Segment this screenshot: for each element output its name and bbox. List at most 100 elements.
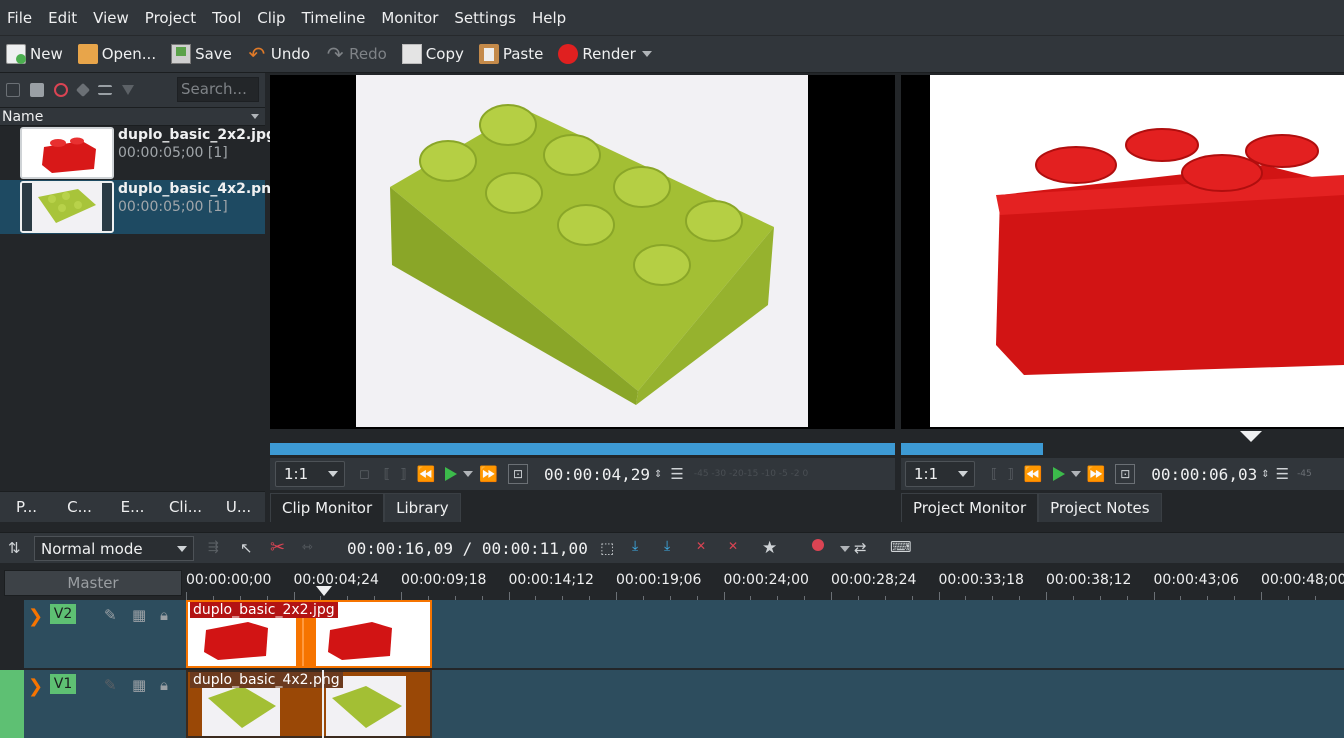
set-in-icon[interactable]: ⟦ [991,467,997,482]
menu-help[interactable]: Help [524,9,574,27]
master-button[interactable]: Master [4,570,182,596]
rewind-icon[interactable]: ⏪ [417,465,436,483]
fast-forward-icon[interactable]: ⏩ [479,465,498,483]
tab-project-notes[interactable]: Project Notes [1038,493,1162,522]
save-button[interactable]: Save [165,39,241,69]
track-name-label[interactable]: V2 [50,604,76,624]
playhead-line [322,670,324,738]
favorite-effects-icon[interactable]: ★ [762,538,777,558]
timeline-playhead-icon[interactable] [316,586,332,596]
monitor-menu-icon[interactable]: ☰ [1276,465,1289,483]
tab-clip-monitor[interactable]: Clip Monitor [270,493,385,522]
record-icon[interactable] [812,539,824,551]
menu-timeline[interactable]: Timeline [294,9,374,27]
playhead-icon[interactable] [1240,431,1262,442]
set-in-icon[interactable]: ⟦ [384,467,390,482]
play-icon[interactable] [445,467,458,481]
crop-icon[interactable]: ⊡ [1115,464,1136,484]
folder-icon[interactable] [30,83,44,97]
effect-toggle-icon[interactable]: ✎ [104,676,117,694]
menu-file[interactable]: File [0,9,40,27]
lock-icon[interactable]: 🔒︎ [160,606,168,624]
razor-tool-icon[interactable]: ✂ [270,537,285,558]
copy-button[interactable]: Copy [396,39,473,69]
track-name-label[interactable]: V1 [50,674,76,694]
menu-view[interactable]: View [85,9,137,27]
undo-button[interactable]: ↶ Undo [241,39,319,69]
menu-edit[interactable]: Edit [40,9,85,27]
open-button[interactable]: Open... [72,39,165,69]
menu-clip[interactable]: Clip [249,9,293,27]
project-monitor-ruler[interactable] [901,429,1344,455]
timecode-spin-icon[interactable]: ⇕ [1261,469,1269,480]
project-monitor-view[interactable] [901,75,1344,429]
set-out-icon[interactable]: ⟧ [400,467,406,482]
track-v1[interactable]: ❯ V1 ✎ ▦ 🔒︎ duplo_basic_4x2.png [24,670,1344,738]
timecode-spin-icon[interactable]: ⇕ [654,469,662,480]
collapse-chevron-icon[interactable]: ❯ [28,676,43,697]
tag-icon[interactable] [75,82,91,98]
lift-icon[interactable]: ✕ [728,539,738,553]
bin-item[interactable]: duplo_basic_4x2.png 00:00:05;00 [1] [0,180,281,234]
overwrite-icon[interactable]: ⤓ [664,538,670,554]
track-compositing-icon[interactable]: ⇄ [854,539,867,557]
record-options-icon[interactable] [840,546,850,552]
tab-compositions[interactable]: C... [53,498,106,516]
insert-icon[interactable]: ⤓ [632,538,638,554]
set-out-icon[interactable]: ⟧ [1007,467,1013,482]
slip-tool-icon[interactable]: ⇿ [302,540,313,555]
list-view-icon[interactable] [98,85,112,95]
render-button[interactable]: Render [552,39,660,69]
crop-icon[interactable]: ⊡ [508,464,529,484]
redo-button[interactable]: ↷ Redo [319,39,396,69]
tab-project-monitor[interactable]: Project Monitor [901,493,1039,522]
extract-icon[interactable]: ✕ [696,539,706,553]
menu-settings[interactable]: Settings [446,9,524,27]
track-v2[interactable]: ❯ V2 ✎ ▦ 🔒︎ duplo_basic_2x2.jpg [24,600,1344,668]
tab-project-bin[interactable]: P... [0,498,53,516]
clip-monitor-view[interactable] [270,75,895,429]
tab-library[interactable]: Library [384,493,461,522]
edit-mode-select[interactable]: Normal mode [34,536,194,561]
project-zoom-select[interactable]: 1:1 [905,461,975,487]
disable-video-icon[interactable]: ▦ [132,676,146,694]
monitor-menu-icon[interactable]: ☰ [670,465,683,483]
timeline-clip[interactable]: duplo_basic_4x2.png [186,670,432,738]
timeline-ruler[interactable]: Master 00:00:00;00 00:00:04;24 00:00:09;18… [0,566,1344,600]
clip-timecode[interactable]: 00:00:04,29 [544,465,650,484]
delete-icon[interactable] [54,83,68,97]
menu-tool[interactable]: Tool [204,9,249,27]
tab-effects[interactable]: E... [106,498,159,516]
clip-zoom-select[interactable]: 1:1 [275,461,345,487]
bin-column-header[interactable]: Name [0,107,265,126]
zone-in-icon[interactable]: ◻ [359,467,370,482]
clip-monitor-ruler[interactable] [270,429,895,455]
lock-icon[interactable]: 🔒︎ [160,676,168,694]
rewind-icon[interactable]: ⏪ [1024,465,1043,483]
menu-project[interactable]: Project [137,9,204,27]
filter-icon[interactable] [122,85,134,95]
tab-undo-history[interactable]: U... [212,498,265,516]
add-clip-icon[interactable] [6,83,20,97]
track-options-icon[interactable]: ⇅ [8,539,21,557]
menu-monitor[interactable]: Monitor [373,9,446,27]
collapse-chevron-icon[interactable]: ❯ [28,606,43,627]
timeline-clip[interactable]: duplo_basic_2x2.jpg [186,600,432,668]
bin-search-input[interactable]: Search... [177,77,259,102]
keyboard-icon[interactable]: ⌨ [890,538,912,556]
play-options-icon[interactable] [463,471,474,477]
play-options-icon[interactable] [1070,471,1081,477]
new-button[interactable]: New [0,39,72,69]
render-dropdown-icon[interactable] [641,51,652,57]
project-timecode[interactable]: 00:00:06,03 [1151,465,1257,484]
bin-item[interactable]: duplo_basic_2x2.jpg 00:00:05;00 [1] [0,126,276,180]
fit-zoom-icon[interactable]: ⬚ [600,539,614,557]
selection-tool-icon[interactable]: ↖ [240,539,253,557]
effect-toggle-icon[interactable]: ✎ [104,606,117,624]
tab-clip-properties[interactable]: Cli... [159,498,212,516]
disable-video-icon[interactable]: ▦ [132,606,146,624]
spacer-tool-icon[interactable]: ⇶ [208,540,219,555]
paste-button[interactable]: Paste [473,39,553,69]
fast-forward-icon[interactable]: ⏩ [1087,465,1106,483]
play-icon[interactable] [1052,467,1065,481]
